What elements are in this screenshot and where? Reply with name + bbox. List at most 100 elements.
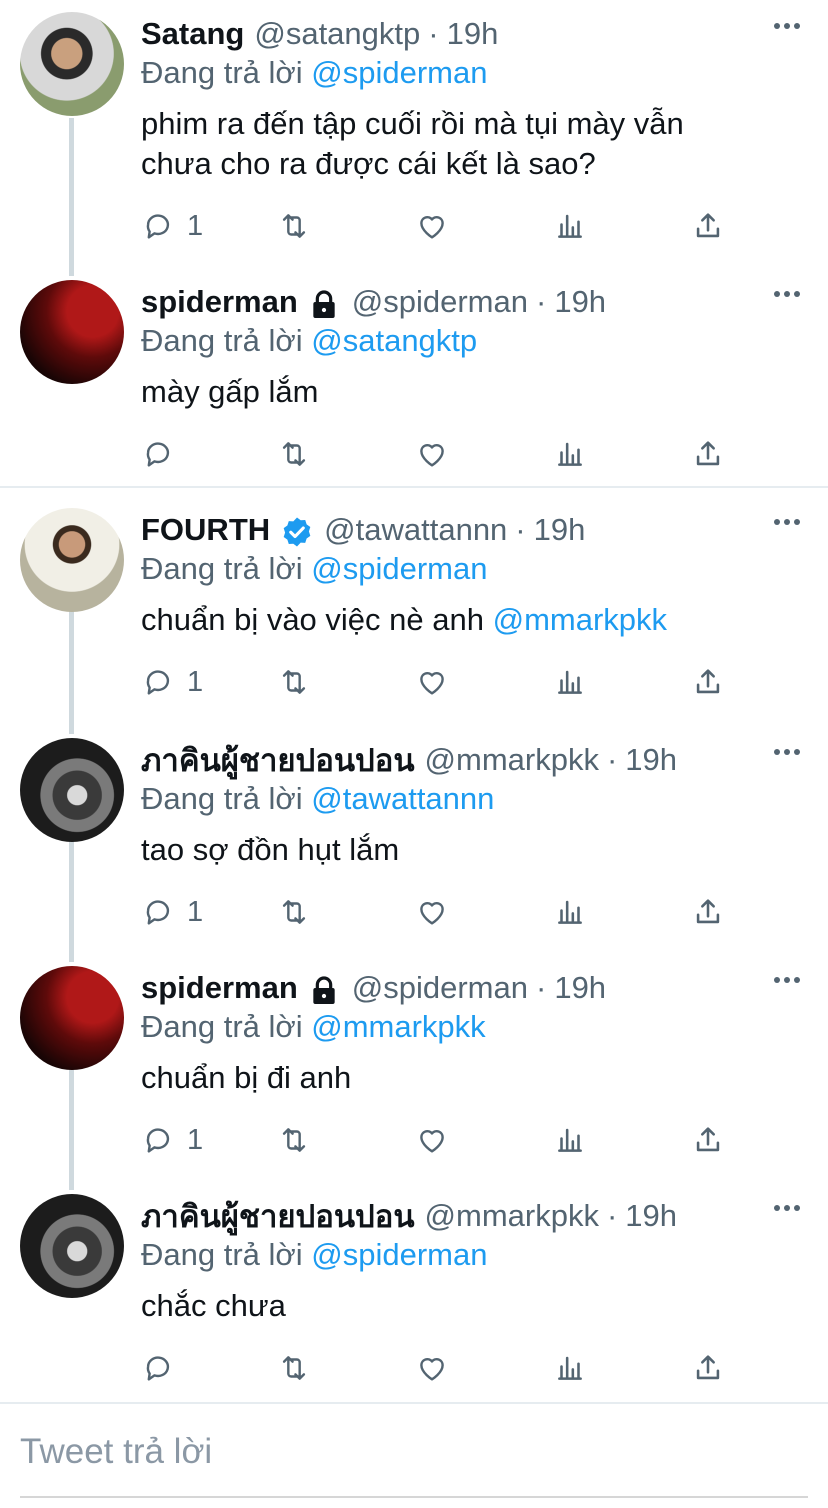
- display-name[interactable]: spiderman: [141, 284, 298, 320]
- retweet-button[interactable]: [277, 434, 311, 474]
- separator-dot: ·: [536, 970, 547, 1005]
- analytics-icon: [558, 900, 582, 924]
- like-button[interactable]: [415, 1120, 449, 1160]
- user-handle[interactable]: @tawattannn: [324, 512, 507, 548]
- more-icon[interactable]: [772, 288, 802, 300]
- timestamp[interactable]: 19h: [625, 742, 677, 778]
- share-button[interactable]: [691, 662, 725, 702]
- display-name[interactable]: ภาคินผู้ชายปอนปอน: [141, 735, 415, 785]
- tweet[interactable]: ภาคินผู้ชายปอนปอน @mmarkpkk · 19h Đang t…: [0, 726, 828, 946]
- user-handle[interactable]: @mmarkpkk: [425, 742, 599, 778]
- user-handle[interactable]: @spiderman: [352, 284, 528, 320]
- reply-button[interactable]: 1: [141, 662, 203, 702]
- like-button[interactable]: [415, 662, 449, 702]
- tweet[interactable]: FOURTH @tawattannn · 19h Đang trả lời @s…: [0, 496, 828, 716]
- retweet-button[interactable]: [277, 662, 311, 702]
- more-icon[interactable]: [772, 746, 802, 758]
- heart-icon: [420, 902, 444, 925]
- tweet-text-line: chưa cho ra được cái kết là sao?: [141, 146, 596, 181]
- user-handle[interactable]: @spiderman: [352, 970, 528, 1006]
- replying-mention[interactable]: @satangktp: [311, 323, 477, 358]
- share-button[interactable]: [691, 206, 725, 246]
- avatar[interactable]: [20, 280, 124, 384]
- tweet-header: Satang @satangktp · 19h: [141, 14, 498, 54]
- display-name[interactable]: FOURTH: [141, 512, 270, 548]
- share-button[interactable]: [691, 1120, 725, 1160]
- reply-button[interactable]: 1: [141, 206, 203, 246]
- retweet-icon: [282, 442, 306, 466]
- reply-button[interactable]: [141, 434, 187, 474]
- display-name[interactable]: ภาคินผู้ชายปอนปอน: [141, 1191, 415, 1241]
- user-handle[interactable]: @mmarkpkk: [425, 1198, 599, 1234]
- analytics-button[interactable]: [553, 434, 587, 474]
- timestamp[interactable]: 19h: [625, 1198, 677, 1234]
- display-name[interactable]: spiderman: [141, 970, 298, 1006]
- tweet[interactable]: Satang @satangktp · 19h Đang trả lời @sp…: [0, 0, 828, 262]
- more-icon[interactable]: [772, 516, 802, 528]
- lock-icon: [313, 290, 335, 318]
- replying-mention[interactable]: @mmarkpkk: [311, 1009, 485, 1044]
- retweet-icon: [282, 214, 306, 238]
- analytics-button[interactable]: [553, 892, 587, 932]
- timestamp[interactable]: 19h: [447, 16, 499, 52]
- retweet-button[interactable]: [277, 1348, 311, 1388]
- more-icon[interactable]: [772, 1202, 802, 1214]
- timestamp[interactable]: 19h: [554, 284, 606, 320]
- avatar[interactable]: [20, 738, 124, 842]
- like-button[interactable]: [415, 892, 449, 932]
- share-button[interactable]: [691, 434, 725, 474]
- like-button[interactable]: [415, 434, 449, 474]
- tweet-text: chuẩn bị đi anh: [141, 1058, 801, 1098]
- analytics-button[interactable]: [553, 206, 587, 246]
- tweet-header: ภาคินผู้ชายปอนปอน @mmarkpkk · 19h: [141, 740, 677, 780]
- share-icon: [696, 441, 720, 466]
- retweet-icon: [282, 1356, 306, 1380]
- tweet[interactable]: ภาคินผู้ชายปอนปอน @mmarkpkk · 19h Đang t…: [0, 1182, 828, 1402]
- tweet[interactable]: spiderman @spiderman · 19h Đang trả lời …: [0, 268, 828, 486]
- tweet-text: mày gấp lắm: [141, 372, 801, 412]
- reply-input[interactable]: Tweet trả lời: [20, 1432, 212, 1472]
- more-icon[interactable]: [772, 20, 802, 32]
- share-button[interactable]: [691, 1348, 725, 1388]
- separator-dot: ·: [606, 1198, 618, 1233]
- reply-count: 1: [187, 209, 204, 242]
- more-icon[interactable]: [772, 974, 802, 986]
- replying-mention[interactable]: @spiderman: [311, 55, 487, 90]
- avatar[interactable]: [20, 1194, 124, 1298]
- separator-dot: ·: [428, 16, 439, 51]
- display-name[interactable]: Satang: [141, 16, 244, 52]
- reply-button[interactable]: [141, 1348, 187, 1388]
- analytics-button[interactable]: [553, 1120, 587, 1160]
- text-mention[interactable]: @mmarkpkk: [493, 602, 667, 637]
- replying-mention[interactable]: @spiderman: [311, 551, 487, 586]
- replying-prefix: Đang trả lời: [141, 781, 303, 816]
- timestamp[interactable]: 19h: [534, 512, 586, 548]
- avatar[interactable]: [20, 12, 124, 116]
- timestamp[interactable]: 19h: [554, 970, 606, 1006]
- share-button[interactable]: [691, 892, 725, 932]
- like-button[interactable]: [415, 1348, 449, 1388]
- reply-button[interactable]: 1: [141, 892, 203, 932]
- tweet-actions: [141, 1348, 741, 1388]
- tweet-text-line: phim ra đến tập cuối rồi mà tụi mày vẫn: [141, 106, 684, 141]
- analytics-button[interactable]: [553, 662, 587, 702]
- reply-button[interactable]: 1: [141, 1120, 203, 1160]
- tweet-header: FOURTH @tawattannn · 19h: [141, 510, 585, 550]
- avatar[interactable]: [20, 508, 124, 612]
- retweet-button[interactable]: [277, 1120, 311, 1160]
- avatar[interactable]: [20, 966, 124, 1070]
- retweet-button[interactable]: [277, 206, 311, 246]
- retweet-icon: [282, 670, 306, 694]
- user-handle[interactable]: @satangktp: [254, 16, 420, 52]
- like-button[interactable]: [415, 206, 449, 246]
- replying-mention[interactable]: @tawattannn: [311, 781, 494, 816]
- retweet-button[interactable]: [277, 892, 311, 932]
- thread-divider: [0, 486, 828, 488]
- tweet[interactable]: spiderman @spiderman · 19h Đang trả lời …: [0, 954, 828, 1174]
- analytics-button[interactable]: [553, 1348, 587, 1388]
- replying-mention[interactable]: @spiderman: [311, 1237, 487, 1272]
- tweet-actions: 1: [141, 1120, 741, 1160]
- tweet-actions: 1: [141, 206, 741, 246]
- analytics-icon: [558, 1128, 582, 1152]
- lock-icon: [313, 976, 335, 1004]
